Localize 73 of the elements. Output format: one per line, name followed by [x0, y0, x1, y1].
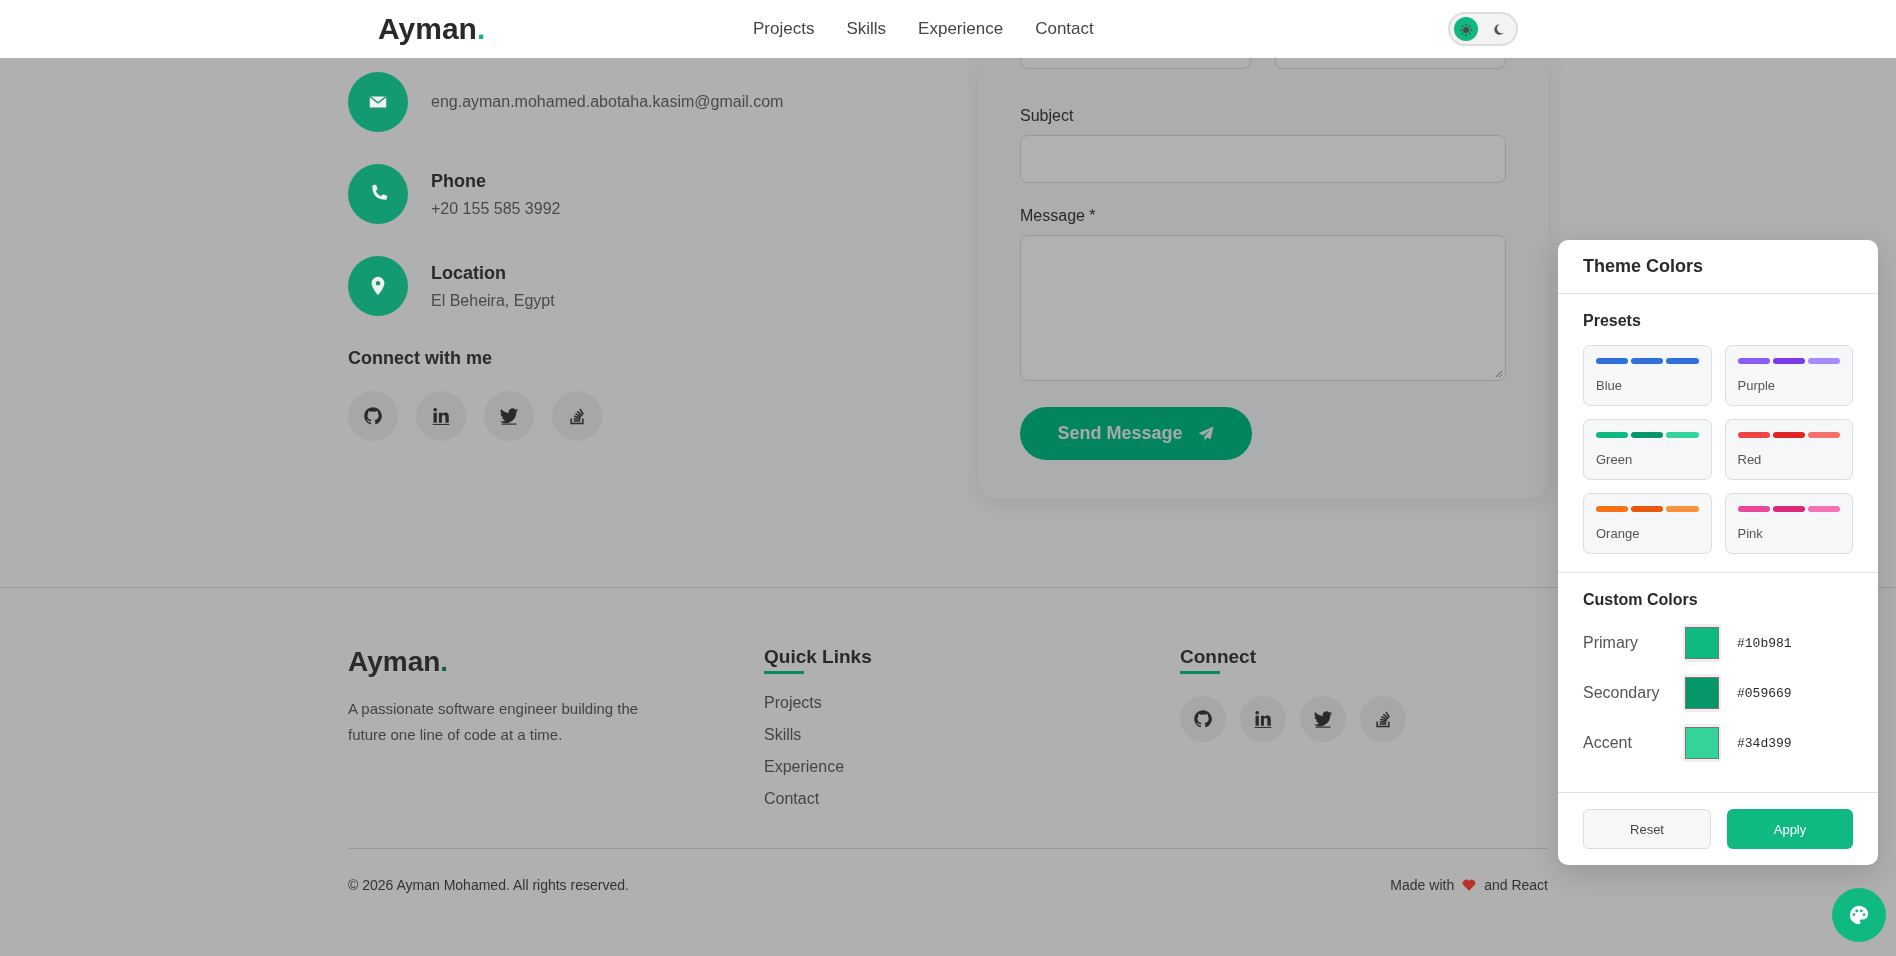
color-label: Primary [1583, 634, 1640, 652]
nav-link[interactable]: Experience [918, 19, 1004, 39]
location-icon [348, 256, 408, 316]
nav-link[interactable]: Projects [753, 19, 815, 39]
site-logo[interactable]: Ayman. [378, 12, 753, 46]
github-icon [1193, 709, 1213, 729]
section-heading: Presets [1583, 312, 1642, 330]
social-link[interactable] [348, 391, 398, 441]
contact-value: El Beheira, Egypt [431, 291, 555, 310]
text-field[interactable] [1020, 58, 1251, 69]
contact-value: eng.ayman.mohamed.abotaha.kasim@gmail.com [431, 93, 784, 111]
panel-title: Theme Colors [1558, 240, 1878, 294]
stack-icon [567, 406, 587, 426]
section-heading: Custom Colors [1583, 591, 1699, 609]
color-picker[interactable] [1683, 624, 1721, 662]
footer-link[interactable]: Projects [764, 694, 1180, 712]
subject-field[interactable] [1020, 135, 1506, 183]
contact-value: +20 155 585 3992 [431, 199, 561, 218]
text-field[interactable] [1275, 58, 1506, 69]
footer-heading: Quick Links [764, 646, 872, 674]
social-link[interactable] [416, 391, 466, 441]
preset-button[interactable]: Red [1724, 419, 1853, 480]
linkedin-icon [1253, 709, 1273, 729]
color-label: Secondary [1583, 684, 1661, 702]
theme-toggle[interactable] [1448, 12, 1518, 46]
email-icon [348, 72, 408, 132]
preset-button[interactable]: Green [1583, 419, 1712, 480]
field-label: Message * [1020, 207, 1097, 225]
heart-icon [1462, 878, 1477, 892]
social-link[interactable] [552, 391, 602, 441]
contact-label: Phone [431, 170, 487, 192]
sun-icon [1459, 23, 1473, 37]
color-picker[interactable] [1683, 724, 1721, 762]
hex-value: #34d399 [1737, 735, 1792, 751]
footer-heading: Connect [1180, 646, 1256, 674]
preset-button[interactable]: Orange [1583, 493, 1712, 554]
linkedin-icon [431, 406, 451, 426]
made-with-text: Made with [1390, 877, 1455, 893]
hex-value: #10b981 [1737, 635, 1792, 651]
footer-tagline: A passionate software engineer building the future one line of code at a time. [348, 699, 640, 745]
github-icon [363, 406, 383, 426]
reset-button[interactable]: Reset [1583, 809, 1711, 849]
field-label: Subject [1020, 107, 1075, 125]
footer-link[interactable]: Experience [764, 758, 1180, 776]
palette-icon [1848, 904, 1870, 926]
color-picker[interactable] [1683, 674, 1721, 712]
made-with-text: and React [1484, 877, 1548, 893]
phone-icon [348, 164, 408, 224]
footer-logo: Ayman. [348, 646, 449, 677]
hex-value: #059669 [1737, 685, 1792, 701]
contact-label: Location [431, 262, 507, 284]
preset-button[interactable]: Pink [1724, 493, 1853, 554]
nav-link[interactable]: Contact [1035, 19, 1094, 39]
social-link[interactable] [1180, 696, 1226, 742]
social-link[interactable] [1300, 696, 1346, 742]
copyright-text: © 2026 Ayman Mohamed. All rights reserved. [348, 877, 629, 893]
resize-grip-icon[interactable] [1494, 369, 1503, 378]
moon-icon [1492, 23, 1505, 36]
connect-heading: Connect with me [348, 348, 493, 369]
social-link[interactable] [1240, 696, 1286, 742]
color-label: Accent [1583, 734, 1633, 752]
social-link[interactable] [1360, 696, 1406, 742]
social-link[interactable] [484, 391, 534, 441]
message-field[interactable] [1020, 235, 1506, 381]
footer-link[interactable]: Contact [764, 790, 1180, 808]
palette-button[interactable] [1832, 888, 1886, 942]
nav-link[interactable]: Skills [846, 19, 887, 39]
bird-icon [1313, 709, 1333, 729]
preset-button[interactable]: Purple [1724, 345, 1853, 406]
footer-link[interactable]: Skills [764, 726, 1180, 744]
preset-button[interactable]: Blue [1583, 345, 1712, 406]
stack-icon [1373, 709, 1393, 729]
bird-icon [499, 406, 519, 426]
